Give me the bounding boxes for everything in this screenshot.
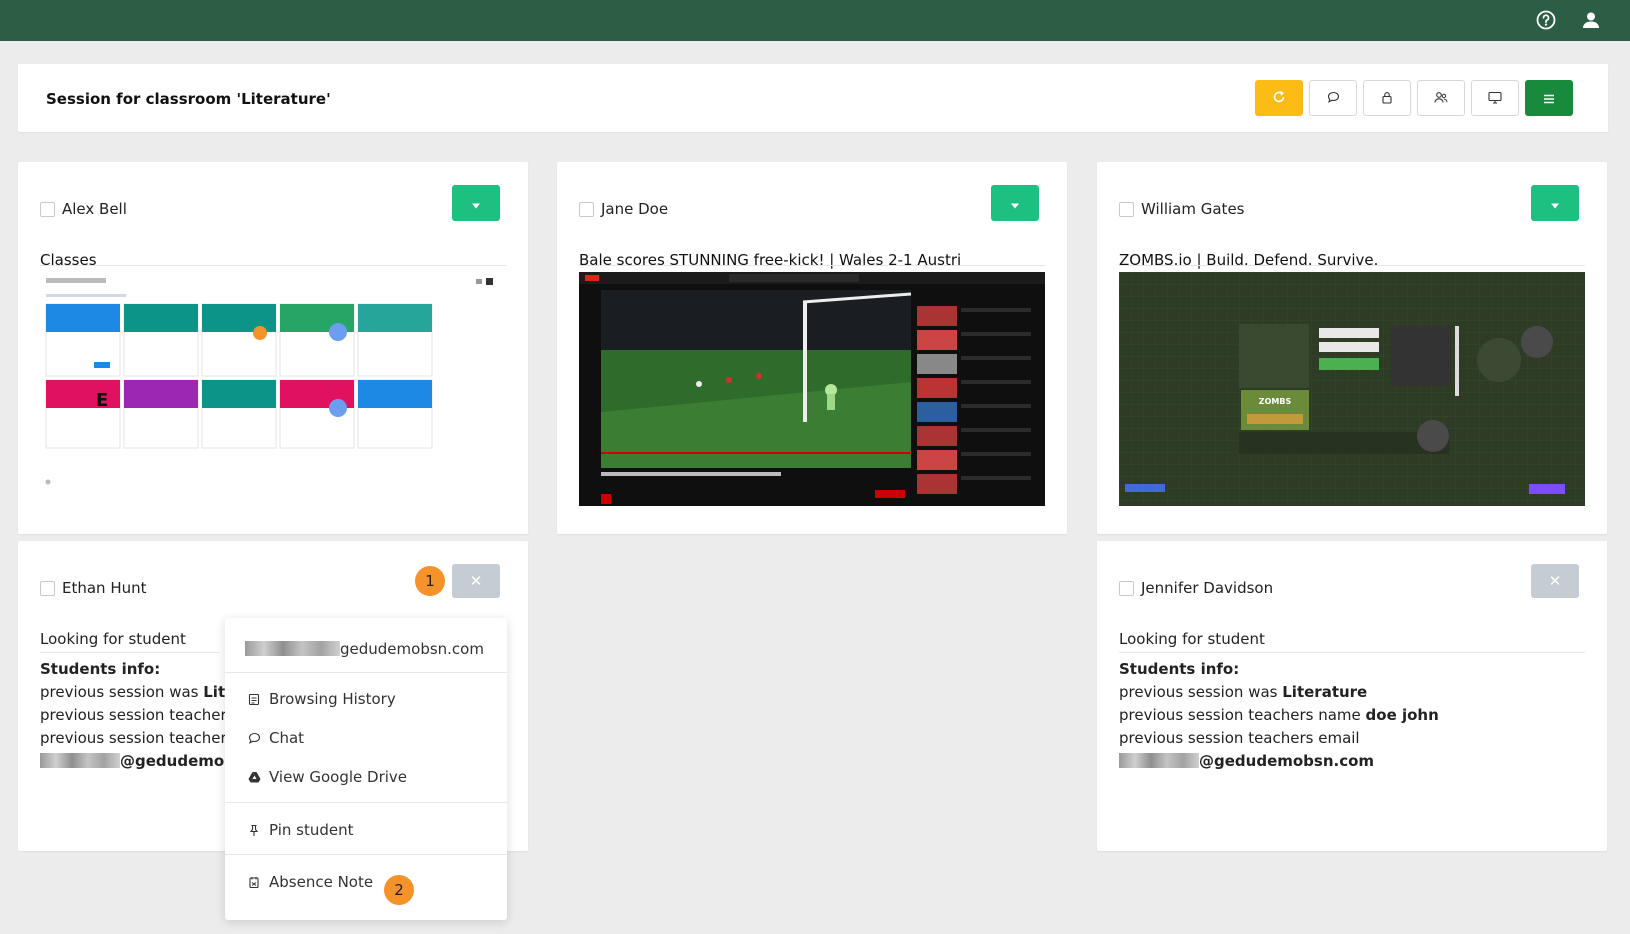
close-icon: ✕ [469,572,483,590]
student-actions-button[interactable] [452,185,500,221]
divider [40,652,220,653]
teacher-name-label: previous session teachers name [1119,706,1366,724]
caret-down-icon [1010,194,1020,213]
redacted-email [40,753,120,768]
student-actions-button[interactable] [1531,185,1579,221]
session-header: Session for classroom 'Literature' [18,64,1608,132]
student-checkbox[interactable] [579,202,594,217]
screen-share-button[interactable] [1471,80,1519,116]
user-icon[interactable] [1579,8,1603,32]
menu-item-label: Browsing History [269,690,396,708]
pin-icon [247,823,261,837]
divider [579,265,1045,266]
current-tab-title: Classes [40,251,97,269]
current-tab-title: ZOMBS.io | Build. Defend. Survive. [1119,251,1379,269]
divider [225,854,507,855]
divider [40,265,506,266]
screen-thumbnail[interactable] [579,272,1045,506]
divider [1119,652,1585,653]
users-icon [1434,89,1448,108]
callout-badge: 2 [384,875,414,905]
lock-button[interactable] [1363,80,1411,116]
info-heading: Students info: [40,660,161,678]
student-name: Jennifer Davidson [1141,579,1274,597]
student-name: William Gates [1141,200,1245,218]
help-icon[interactable] [1534,8,1558,32]
close-icon: ✕ [1548,572,1562,590]
student-name: Ethan Hunt [62,579,147,597]
student-card: William Gates ZOMBS.io | Build. Defend. … [1097,162,1607,534]
google-drive-icon [247,770,261,784]
callout-badge: 1 [415,566,445,596]
refresh-icon [1272,89,1286,108]
menu-item-label: Absence Note [269,873,374,891]
menu-item-absence-note[interactable]: Absence Note [247,873,373,891]
lock-icon [1381,89,1393,108]
teacher-email-label: previous session teacher [40,729,227,747]
student-actions-button[interactable] [991,185,1039,221]
student-checkbox[interactable] [40,202,55,217]
student-actions-menu: gedudemobsn.com Browsing History Chat Vi… [225,618,507,920]
student-checkbox[interactable] [1119,202,1134,217]
menu-item-pin-student[interactable]: Pin student [247,821,354,839]
screen-thumbnail[interactable]: ZOMBS [1119,272,1585,506]
svg-text:ZOMBS: ZOMBS [1259,397,1292,406]
menu-item-browsing-history[interactable]: Browsing History [247,690,396,708]
menu-item-chat[interactable]: Chat [247,729,304,747]
student-card: Jennifer Davidson ✕ Looking for student … [1097,541,1607,851]
redacted-email [245,641,340,656]
page-title: Session for classroom 'Literature' [46,90,331,108]
users-button[interactable] [1417,80,1465,116]
menu-email: gedudemobsn.com [245,640,484,658]
teacher-name-label: previous session teacher [40,706,227,724]
menu-icon [1543,89,1555,108]
student-status: Looking for student [40,630,186,648]
chat-icon [247,731,261,745]
student-name: Jane Doe [601,200,669,218]
student-checkbox[interactable] [40,581,55,596]
student-close-button[interactable]: ✕ [452,564,500,598]
student-info: Students info: previous session was Lite… [40,658,249,773]
teacher-email-domain: @gedudemobsn.com [1199,752,1375,770]
svg-text:E: E [96,390,108,411]
menu-button[interactable] [1525,80,1573,116]
teacher-name-value: doe john [1365,706,1439,724]
monitor-icon [1488,89,1502,108]
prev-session-label: previous session was [40,683,204,701]
student-card: Jane Doe Bale scores STUNNING free-kick!… [557,162,1067,534]
caret-down-icon [471,194,481,213]
chat-icon [1327,89,1340,108]
teacher-email-label: previous session teachers email [1119,729,1360,747]
menu-item-label: View Google Drive [269,768,408,786]
history-icon [247,692,261,706]
chat-all-button[interactable] [1309,80,1357,116]
redacted-email [1119,753,1199,768]
absence-note-icon [247,875,261,889]
menu-item-view-google-drive[interactable]: View Google Drive [247,768,407,786]
student-checkbox[interactable] [1119,581,1134,596]
caret-down-icon [1550,194,1560,213]
divider [225,672,507,673]
menu-item-label: Pin student [269,821,354,839]
divider [1119,265,1585,266]
menu-item-label: Chat [269,729,305,747]
refresh-button[interactable] [1255,80,1303,116]
student-close-button[interactable]: ✕ [1531,564,1579,598]
prev-session-label: previous session was [1119,683,1283,701]
info-heading: Students info: [1119,660,1240,678]
divider [225,802,507,803]
screen-thumbnail[interactable]: E [40,272,506,512]
student-status: Looking for student [1119,630,1265,648]
menu-email-domain: gedudemobsn.com [340,640,484,658]
student-info: Students info: previous session was Lite… [1119,658,1439,773]
student-name: Alex Bell [62,200,127,218]
student-card: Alex Bell Classes E [18,162,528,534]
top-bar [0,0,1630,41]
prev-session-value: Literature [1282,683,1368,701]
current-tab-title: Bale scores STUNNING free-kick! | Wales … [579,251,962,269]
